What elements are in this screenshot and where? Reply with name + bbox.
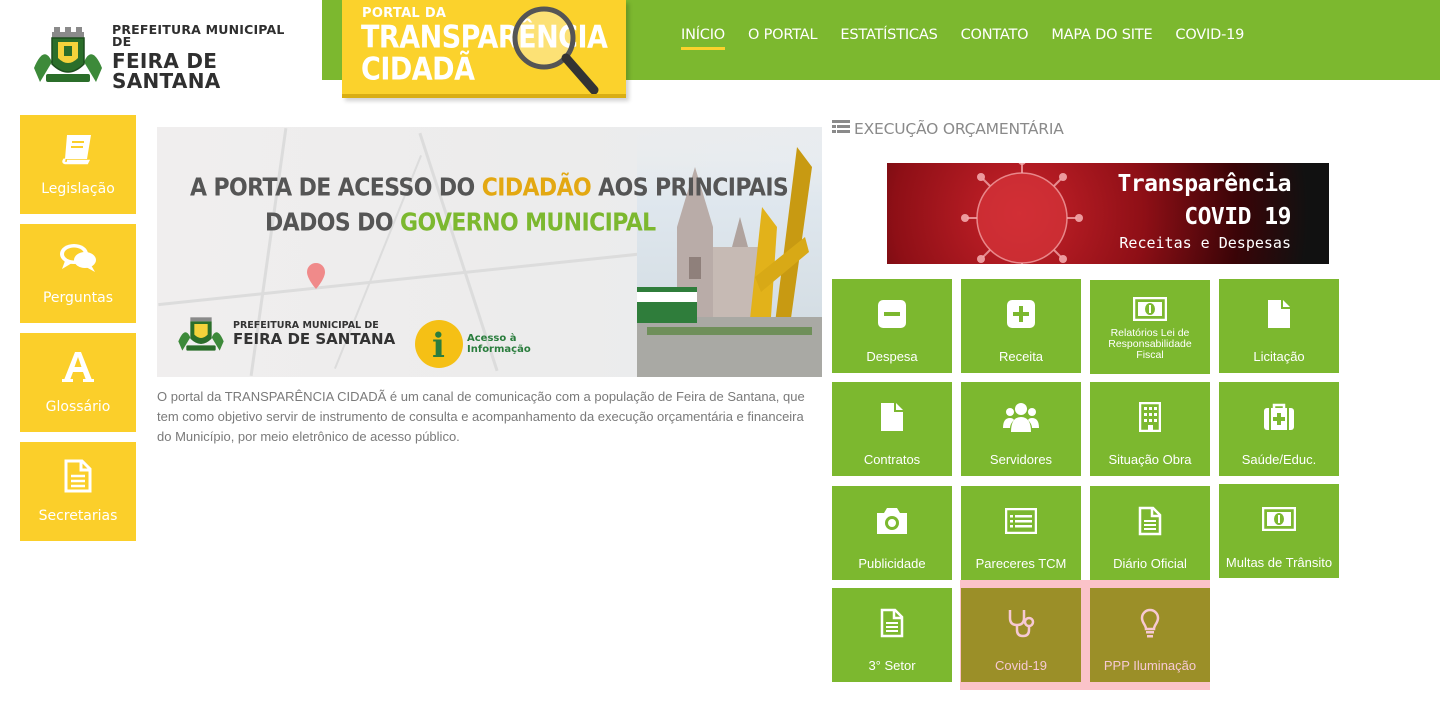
tile-3-setor[interactable]: 3° Setor bbox=[832, 588, 952, 682]
covid-banner-line-3: Receitas e Despesas bbox=[1119, 234, 1291, 252]
sidebar-item-label: Perguntas bbox=[42, 290, 114, 306]
tile-servidores[interactable]: Servidores bbox=[961, 382, 1081, 476]
logo-line-1: PREFEITURA MUNICIPAL DE bbox=[112, 21, 285, 49]
portal-transparencia-badge[interactable]: PORTAL DA TRANSPARÊNCIA CIDADÃ bbox=[342, 0, 626, 98]
tile-label: 3° Setor bbox=[868, 658, 916, 673]
sidebar-item-perguntas[interactable]: Perguntas bbox=[20, 224, 136, 323]
tile-label: Relatórios Lei de Responsabilidade Fisca… bbox=[1108, 327, 1192, 361]
font-a-icon bbox=[61, 349, 95, 385]
badge-line-1: PORTAL DA bbox=[362, 6, 447, 21]
nav-o-portal[interactable]: O PORTAL bbox=[748, 27, 818, 50]
tile-contratos[interactable]: Contratos bbox=[832, 382, 952, 476]
tile-label: Situação Obra bbox=[1108, 452, 1192, 467]
sidebar-item-legislacao[interactable]: Legislação bbox=[20, 115, 136, 214]
tile-despesa[interactable]: Despesa bbox=[832, 279, 952, 373]
covid-banner-line-2: COVID 19 bbox=[1184, 204, 1291, 230]
tile-relatorios-lrf[interactable]: Relatórios Lei de Responsabilidade Fisca… bbox=[1090, 280, 1210, 374]
tile-label: Covid-19 bbox=[994, 658, 1048, 673]
nav-estatisticas[interactable]: ESTATÍSTICAS bbox=[840, 27, 937, 50]
banner-headline-2: DADOS DO GOVERNO MUNICIPAL bbox=[265, 209, 656, 237]
camera-icon bbox=[832, 504, 952, 538]
sidebar-item-label: Glossário bbox=[45, 399, 111, 415]
tile-multas-transito[interactable]: Multas de Trânsito bbox=[1219, 484, 1339, 578]
portal-description: O portal da TRANSPARÊNCIA CIDADÃ é um ca… bbox=[157, 389, 805, 444]
tile-covid-19[interactable]: Covid-19 bbox=[961, 588, 1081, 682]
tile-saude-educ[interactable]: Saúde/Educ. bbox=[1219, 382, 1339, 476]
nav-covid-19[interactable]: COVID-19 bbox=[1175, 27, 1244, 50]
file-text-icon bbox=[832, 606, 952, 640]
acesso-informacao-logo: i Acesso à Informação bbox=[415, 320, 531, 368]
tile-pareceres-tcm[interactable]: Pareceres TCM bbox=[961, 486, 1081, 580]
medkit-icon bbox=[1219, 400, 1339, 434]
city-crest-icon bbox=[178, 317, 224, 351]
tile-label: Receita bbox=[998, 349, 1044, 364]
info-icon: i bbox=[415, 320, 463, 368]
tile-receita[interactable]: Receita bbox=[961, 279, 1081, 373]
minus-square-icon bbox=[832, 297, 952, 331]
tile-label: Despesa bbox=[866, 349, 918, 364]
city-crest-icon bbox=[30, 24, 106, 90]
stethoscope-icon bbox=[961, 606, 1081, 640]
list-icon bbox=[832, 120, 850, 138]
lightbulb-icon bbox=[1090, 606, 1210, 640]
sidebar-item-label: Secretarias bbox=[38, 508, 118, 524]
sidebar-item-label: Legislação bbox=[41, 181, 115, 197]
badge-line-3: CIDADÃ bbox=[361, 52, 475, 88]
map-pin-icon bbox=[307, 263, 325, 289]
tile-ppp-iluminacao[interactable]: PPP Iluminação bbox=[1090, 588, 1210, 682]
document-icon bbox=[64, 458, 92, 494]
file-text-icon bbox=[1090, 504, 1210, 538]
cathedral-photo bbox=[637, 127, 822, 377]
banner-headline-1: A PORTA DE ACESSO DO CIDADÃO AOS PRINCIP… bbox=[190, 174, 789, 202]
tile-label: Licitação bbox=[1253, 349, 1305, 364]
nav-mapa-do-site[interactable]: MAPA DO SITE bbox=[1051, 27, 1152, 50]
building-icon bbox=[1090, 400, 1210, 434]
plus-square-icon bbox=[961, 297, 1081, 331]
execucao-orcamentaria-title: EXECUÇÃO ORÇAMENTÁRIA bbox=[832, 120, 1064, 138]
users-icon bbox=[961, 400, 1081, 434]
prefeitura-logo[interactable]: PREFEITURA MUNICIPAL DE FEIRA DE SANTANA bbox=[30, 22, 292, 92]
tile-label: Contratos bbox=[863, 452, 921, 467]
tile-label: Multas de Trânsito bbox=[1225, 555, 1333, 570]
money-bill-icon bbox=[1090, 292, 1210, 326]
list-alt-icon bbox=[961, 504, 1081, 538]
sidebar-item-secretarias[interactable]: Secretarias bbox=[20, 442, 136, 541]
file-icon bbox=[1219, 297, 1339, 331]
tile-label: PPP Iluminação bbox=[1103, 658, 1197, 673]
magnifier-icon bbox=[512, 6, 599, 94]
tile-label: Diário Oficial bbox=[1113, 556, 1187, 571]
hero-banner[interactable]: A PORTA DE ACESSO DO CIDADÃO AOS PRINCIP… bbox=[157, 127, 822, 377]
tile-label: Servidores bbox=[989, 452, 1053, 467]
logo-line-2: FEIRA DE SANTANA bbox=[112, 48, 221, 93]
tile-label: Saúde/Educ. bbox=[1241, 452, 1317, 467]
covid-banner-line-1: Transparência bbox=[1117, 171, 1291, 197]
file-icon bbox=[832, 400, 952, 434]
book-icon bbox=[61, 131, 95, 167]
main-nav: INÍCIO O PORTAL ESTATÍSTICAS CONTATO MAP… bbox=[681, 27, 1267, 50]
tile-label: Publicidade bbox=[858, 556, 926, 571]
chat-bubbles-icon bbox=[59, 240, 97, 276]
banner-prefeitura-logo: PREFEITURA MUNICIPAL DE FEIRA DE SANTANA bbox=[175, 312, 395, 356]
tile-diario-oficial[interactable]: Diário Oficial bbox=[1090, 486, 1210, 580]
virus-icon bbox=[961, 163, 1083, 264]
tile-situacao-obra[interactable]: Situação Obra bbox=[1090, 382, 1210, 476]
tile-licitacao[interactable]: Licitação bbox=[1219, 279, 1339, 373]
tile-label: Pareceres TCM bbox=[975, 556, 1067, 571]
nav-inicio[interactable]: INÍCIO bbox=[681, 27, 725, 50]
sidebar-item-glossario[interactable]: Glossário bbox=[20, 333, 136, 432]
tile-publicidade[interactable]: Publicidade bbox=[832, 486, 952, 580]
covid-transparencia-banner[interactable]: Transparência COVID 19 Receitas e Despes… bbox=[887, 163, 1329, 264]
nav-contato[interactable]: CONTATO bbox=[961, 27, 1029, 50]
money-bill-icon bbox=[1219, 502, 1339, 536]
